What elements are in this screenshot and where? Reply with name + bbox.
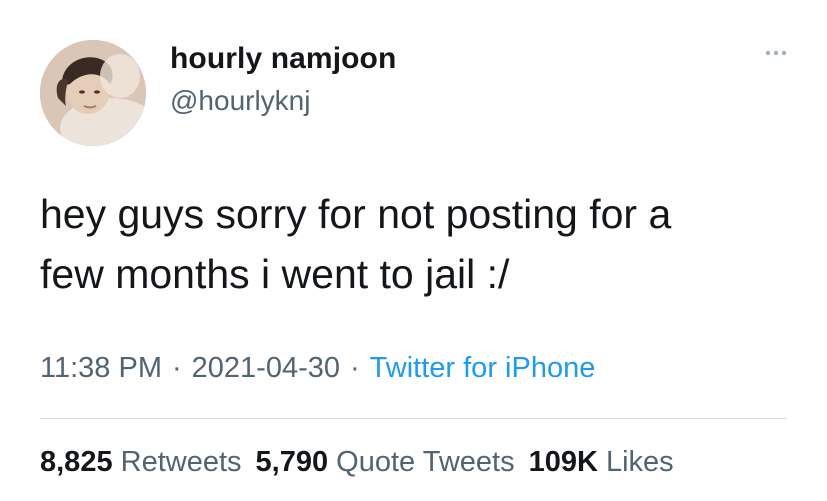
likes-stat[interactable]: 109K Likes — [529, 446, 674, 478]
tweet-date[interactable]: 2021-04-30 — [192, 352, 340, 384]
likes-label: Likes — [605, 446, 674, 478]
divider — [40, 418, 787, 419]
retweets-stat[interactable]: 8,825 Retweets — [40, 446, 242, 478]
tweet-card: hourly namjoon @hourlyknj hey guys sorry… — [0, 0, 827, 501]
meta-separator: · — [171, 352, 182, 384]
retweets-label: Retweets — [120, 446, 242, 478]
more-horizontal-icon — [765, 50, 787, 56]
likes-count: 109K — [528, 446, 598, 478]
retweets-count: 8,825 — [40, 446, 113, 478]
display-name[interactable]: hourly namjoon — [170, 42, 396, 76]
quote-tweets-count: 5,790 — [255, 446, 329, 478]
user-handle[interactable]: @hourlyknj — [170, 85, 310, 117]
tweet-stats: 8,825 Retweets 5,790 Quote Tweets 109K Lik… — [40, 446, 688, 479]
tweet-source-link[interactable]: Twitter for iPhone — [370, 352, 596, 384]
tweet-meta: 11:38 PM · 2021-04-30 · Twitter for iPhone — [40, 352, 595, 385]
quote-tweets-stat[interactable]: 5,790 Quote Tweets — [256, 446, 515, 478]
tweet-text-line: few months i went to jail :/ — [40, 251, 510, 297]
tweet-text: hey guys sorry for not posting for a few… — [40, 184, 800, 304]
tweet-text-line: hey guys sorry for not posting for a — [40, 191, 672, 237]
meta-separator: · — [350, 352, 360, 384]
quote-tweets-label: Quote Tweets — [336, 446, 515, 478]
tweet-time[interactable]: 11:38 PM — [40, 352, 162, 384]
more-options-button[interactable] — [758, 38, 794, 68]
profile-photo-icon — [40, 40, 146, 146]
avatar[interactable] — [40, 40, 146, 146]
